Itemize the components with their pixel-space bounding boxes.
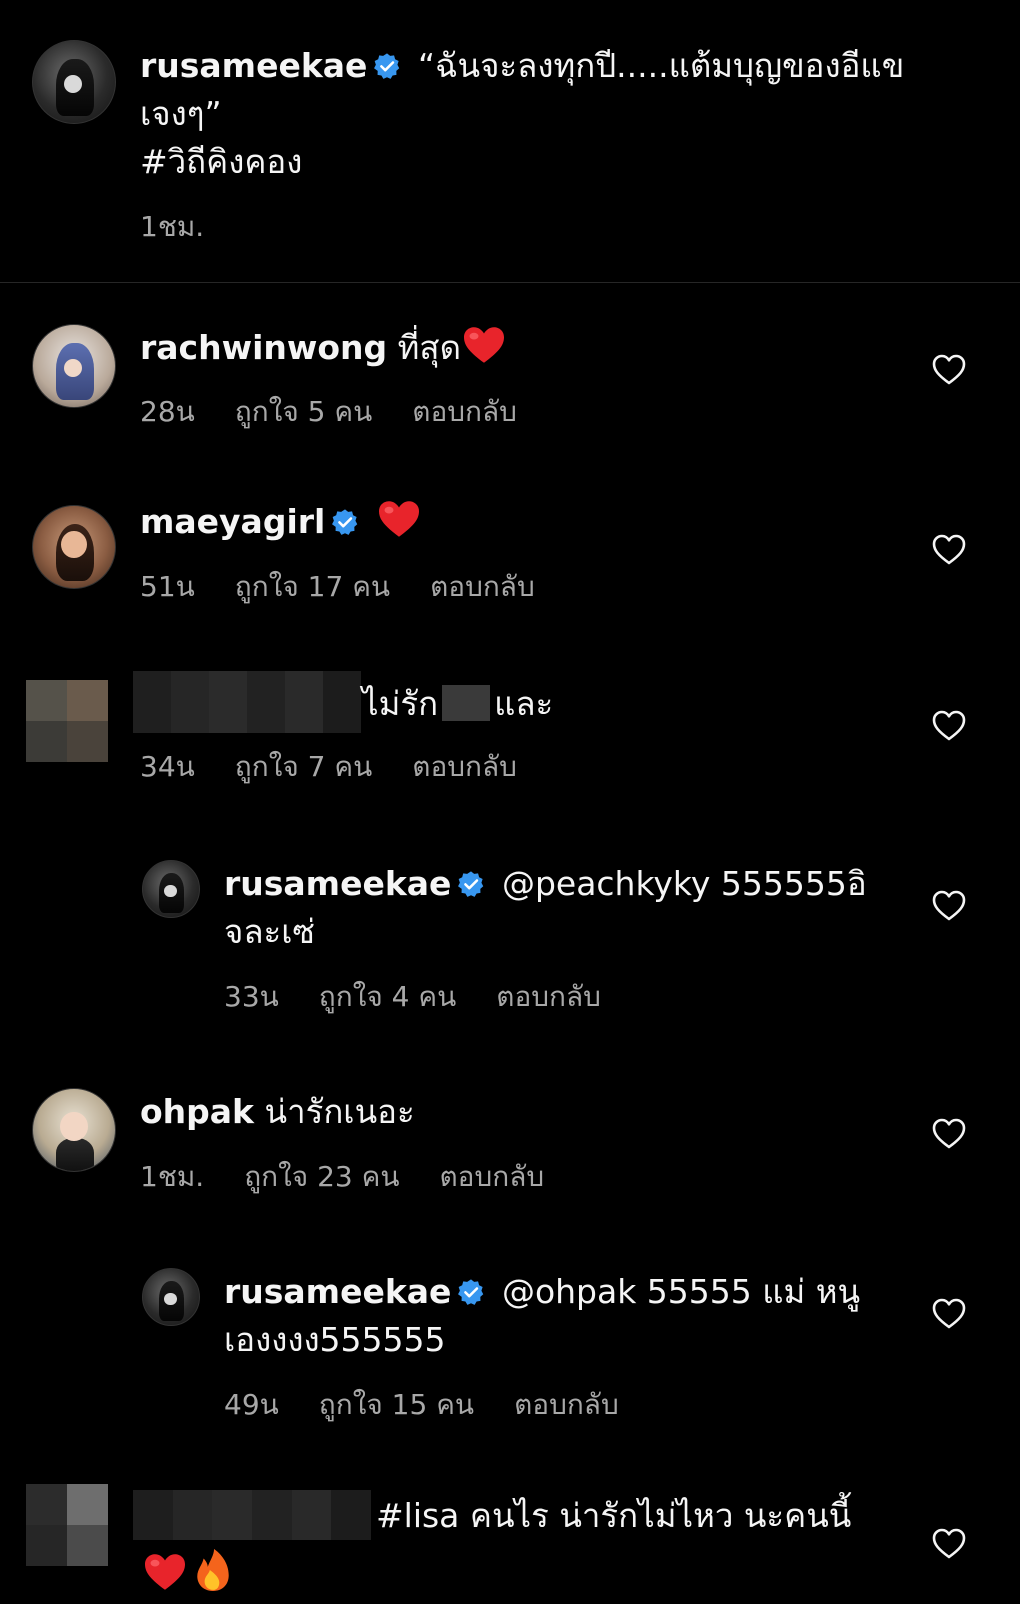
caption-line1: “ฉันจะลงทุกปี.....แต้มบุญของอีแข bbox=[417, 46, 905, 85]
reply-body-line2: เองงงง555555 bbox=[224, 1320, 446, 1359]
fire-emoji bbox=[197, 1549, 229, 1591]
heart-outline-icon[interactable] bbox=[932, 710, 966, 742]
comment-time: 34น bbox=[140, 750, 195, 783]
comment-text: #lisa คนไร น่ารักไม่ไหว นะคนนี้ bbox=[376, 1492, 851, 1540]
reply-button[interactable]: ตอบกลับ bbox=[439, 1160, 544, 1193]
heart-outline-icon[interactable] bbox=[932, 534, 966, 566]
reply-username[interactable]: rusameekae bbox=[224, 1272, 451, 1311]
reply-avatar[interactable] bbox=[142, 860, 200, 918]
reply-time: 33น bbox=[224, 980, 279, 1013]
comment-body: ไม่รัก bbox=[362, 684, 439, 723]
comment-time: 51น bbox=[140, 570, 195, 603]
comment-body: น่ารักเนอะ bbox=[264, 1092, 415, 1131]
avatar-baby bbox=[164, 1292, 177, 1305]
reply-time: 49น bbox=[224, 1388, 279, 1421]
comment-meta: 28น ถูกใจ 5 คน ตอบกลับ bbox=[140, 390, 557, 434]
reply-body: @peachkyky 555555อิ bbox=[501, 864, 867, 903]
reply-button[interactable]: ตอบกลับ bbox=[514, 1388, 619, 1421]
comment-body: ที่สุด bbox=[397, 328, 461, 367]
comment-username[interactable]: rachwinwong bbox=[140, 328, 387, 367]
comment-username[interactable]: ohpak bbox=[140, 1092, 254, 1131]
comment-time: 28น bbox=[140, 395, 195, 428]
reply-button[interactable]: ตอบกลับ bbox=[496, 980, 601, 1013]
caption-line2: เจงๆ” bbox=[140, 94, 222, 133]
verified-badge-icon bbox=[458, 1279, 484, 1305]
comment-text: ไม่รัก และ bbox=[362, 680, 553, 728]
verified-badge-icon bbox=[332, 509, 358, 535]
comment-likes[interactable]: ถูกใจ 23 คน bbox=[244, 1160, 399, 1193]
comment-body-end: และ bbox=[494, 684, 554, 723]
comment-body: #lisa คนไร น่ารักไม่ไหว นะคนนี้ bbox=[376, 1496, 852, 1535]
reply-button[interactable]: ตอบกลับ bbox=[412, 750, 517, 783]
username-censored bbox=[133, 671, 361, 733]
reply-button[interactable]: ตอบกลับ bbox=[430, 570, 535, 603]
caption-meta: 1ชม. bbox=[140, 205, 244, 249]
reply-likes[interactable]: ถูกใจ 4 คน bbox=[319, 980, 456, 1013]
reply-username[interactable]: rusameekae bbox=[224, 864, 451, 903]
red-heart-emoji bbox=[378, 501, 419, 537]
comment-avatar[interactable] bbox=[32, 324, 116, 408]
red-heart-emoji bbox=[145, 1554, 185, 1590]
reply-body-line2: จละเซ่ bbox=[224, 912, 315, 951]
caption-text: rusameekae “ฉันจะลงทุกปี.....แต้มบุญของอ… bbox=[140, 42, 970, 186]
verified-badge-icon bbox=[458, 871, 484, 897]
comment-meta: 1ชม. ถูกใจ 23 คน ตอบกลับ bbox=[140, 1155, 584, 1199]
comment-likes[interactable]: ถูกใจ 17 คน bbox=[235, 570, 390, 603]
comment-time: 1ชม. bbox=[140, 1160, 205, 1193]
censor-block bbox=[442, 685, 491, 721]
avatar-figure bbox=[55, 1138, 94, 1171]
caption-hashtag[interactable]: #วิถีคิงคอง bbox=[140, 142, 302, 181]
comment-avatar[interactable] bbox=[32, 505, 116, 589]
comment-meta: 34น ถูกใจ 7 คน ตอบกลับ bbox=[140, 745, 557, 789]
comment-avatar[interactable] bbox=[32, 1088, 116, 1172]
comment-avatar-censored[interactable] bbox=[26, 1484, 108, 1566]
comment-meta: 51น ถูกใจ 17 คน ตอบกลับ bbox=[140, 565, 575, 609]
reply-text: rusameekae @peachkyky 555555อิ จละเซ่ bbox=[224, 860, 884, 956]
comment-avatar-censored[interactable] bbox=[26, 680, 108, 762]
avatar-baby bbox=[164, 884, 177, 897]
comment-text: ohpak น่ารักเนอะ bbox=[140, 1088, 415, 1136]
reply-text: rusameekae @ohpak 55555 แม่ หนู เองงงง55… bbox=[224, 1268, 884, 1364]
reply-meta: 33น ถูกใจ 4 คน ตอบกลับ bbox=[224, 975, 641, 1019]
avatar-face bbox=[60, 1111, 88, 1142]
reply-avatar[interactable] bbox=[142, 1268, 200, 1326]
reply-likes[interactable]: ถูกใจ 15 คน bbox=[319, 1388, 474, 1421]
heart-outline-icon[interactable] bbox=[932, 354, 966, 386]
comment-text: rachwinwong ที่สุด bbox=[140, 324, 507, 372]
verified-badge-icon bbox=[374, 53, 400, 79]
reply-button[interactable]: ตอบกลับ bbox=[412, 395, 517, 428]
caption-divider bbox=[0, 282, 1020, 283]
comment-likes[interactable]: ถูกใจ 5 คน bbox=[235, 395, 372, 428]
comment-likes[interactable]: ถูกใจ 7 คน bbox=[235, 750, 372, 783]
red-heart-emoji bbox=[464, 327, 504, 363]
reply-meta: 49น ถูกใจ 15 คน ตอบกลับ bbox=[224, 1383, 659, 1427]
comment-emojis bbox=[142, 1548, 233, 1592]
heart-outline-icon[interactable] bbox=[932, 1298, 966, 1330]
reply-body: @ohpak 55555 แม่ หนู bbox=[501, 1272, 861, 1311]
comment-text: maeyagirl bbox=[140, 498, 422, 546]
heart-outline-icon[interactable] bbox=[932, 1528, 966, 1560]
caption-username[interactable]: rusameekae bbox=[140, 46, 367, 85]
heart-outline-icon[interactable] bbox=[932, 890, 966, 922]
heart-outline-icon[interactable] bbox=[932, 1118, 966, 1150]
caption-avatar[interactable] bbox=[32, 40, 116, 124]
username-censored bbox=[133, 1490, 371, 1540]
caption-time: 1ชม. bbox=[140, 210, 205, 243]
comment-username[interactable]: maeyagirl bbox=[140, 502, 325, 541]
